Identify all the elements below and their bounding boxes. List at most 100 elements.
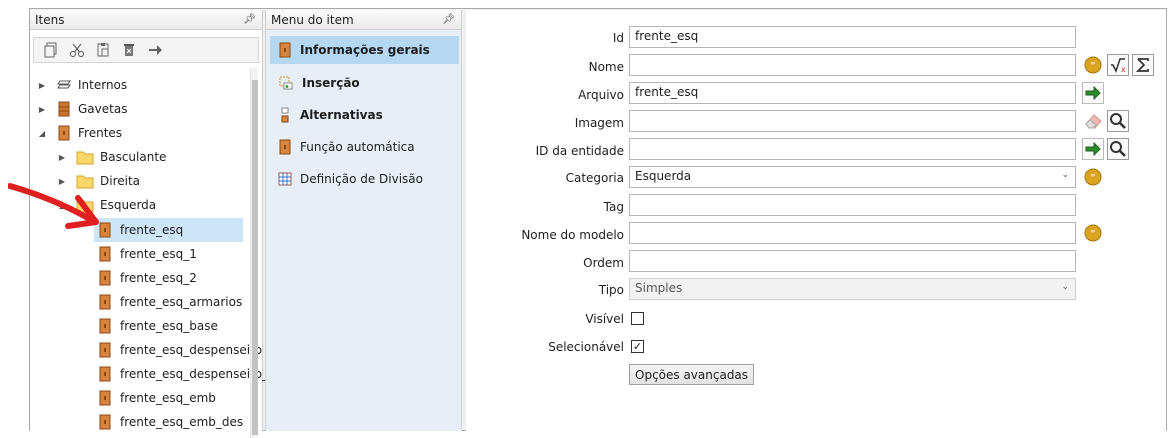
tree-item-frente-esq-armarios[interactable]: frente_esq_armarios bbox=[98, 290, 242, 314]
door-icon bbox=[279, 42, 291, 58]
tree-item-gavetas[interactable]: ▶ Gavetas bbox=[36, 97, 127, 121]
menu-item-funcao-automatica[interactable]: Função automática bbox=[270, 133, 459, 161]
door-icon bbox=[58, 125, 70, 141]
menu-item-alternativas[interactable]: Alternativas bbox=[270, 101, 459, 129]
nome-modelo-field[interactable] bbox=[629, 222, 1076, 244]
categoria-value: Esquerda bbox=[635, 169, 692, 183]
nome-modelo-label: Nome do modelo bbox=[521, 228, 624, 242]
menu-panel-title: Menu do item bbox=[271, 13, 354, 27]
paste-icon[interactable] bbox=[92, 39, 114, 61]
ordem-field[interactable] bbox=[629, 250, 1076, 272]
layers-icon bbox=[57, 80, 71, 89]
menu-item-label: Alternativas bbox=[300, 108, 383, 122]
menu-panel: Menu do item 📌︎ Informações gerais Inser… bbox=[265, 10, 462, 431]
tree-item-frentes[interactable]: ◢ Frentes bbox=[36, 121, 122, 145]
svg-text:”: ” bbox=[1090, 61, 1095, 72]
tree-item-frente-esq-despenseiro-2[interactable]: frente_esq_despenseiro_ bbox=[98, 362, 268, 386]
drawer-icon bbox=[58, 101, 70, 117]
tree-item-frente-esq-base[interactable]: frente_esq_base bbox=[98, 314, 218, 338]
items-panel-title: Itens bbox=[35, 13, 65, 27]
id-label: Id bbox=[612, 31, 624, 45]
formula-icon[interactable]: x bbox=[1107, 54, 1129, 76]
expand-icon[interactable]: ▶ bbox=[56, 151, 68, 163]
tree-item-label: frente_esq_base bbox=[120, 319, 218, 333]
categoria-select[interactable]: Esquerda ⌄ bbox=[629, 166, 1076, 188]
imagem-field[interactable] bbox=[629, 110, 1076, 132]
search-icon[interactable] bbox=[1107, 138, 1129, 160]
tree-item-label: Direita bbox=[100, 174, 141, 188]
go-arrow-icon[interactable] bbox=[1082, 138, 1104, 160]
door-icon bbox=[99, 246, 111, 262]
translate-icon[interactable]: ” bbox=[1082, 54, 1104, 76]
nome-label: Nome bbox=[588, 60, 624, 74]
chevron-down-icon: ⌄ bbox=[1061, 282, 1069, 292]
folder-icon bbox=[76, 151, 94, 165]
door-icon bbox=[279, 139, 291, 155]
tree-item-label: Internos bbox=[78, 78, 128, 92]
arquivo-field[interactable]: frente_esq bbox=[629, 82, 1076, 104]
tree-scrollbar[interactable] bbox=[250, 68, 258, 438]
items-toolbar bbox=[33, 37, 259, 63]
tree-item-label: frente_esq bbox=[120, 223, 184, 237]
tree-item-label: frente_esq_despenseiro_ bbox=[120, 367, 269, 381]
advanced-options-button[interactable]: Opções avançadas bbox=[629, 364, 755, 385]
tipo-select: Simples ⌄ bbox=[629, 278, 1076, 300]
visivel-checkbox[interactable] bbox=[631, 312, 644, 325]
menu-item-informacoes-gerais[interactable]: Informações gerais bbox=[270, 36, 459, 64]
door-icon bbox=[99, 342, 111, 358]
door-icon bbox=[99, 294, 111, 310]
eraser-icon[interactable] bbox=[1082, 110, 1104, 132]
pin-icon[interactable]: 📌︎ bbox=[442, 10, 455, 30]
tree-item-label: frente_esq_despenseiro bbox=[120, 343, 263, 357]
door-icon bbox=[99, 318, 111, 334]
copy-icon[interactable] bbox=[40, 39, 62, 61]
id-entidade-field[interactable] bbox=[629, 138, 1076, 160]
tree-item-frente-esq-1[interactable]: frente_esq_1 bbox=[98, 242, 197, 266]
delete-icon[interactable] bbox=[118, 39, 140, 61]
menu-item-definicao-divisao[interactable]: Definição de Divisão bbox=[270, 165, 459, 193]
translate-icon[interactable]: ” bbox=[1082, 166, 1104, 188]
tipo-value: Simples bbox=[635, 281, 683, 295]
menu-item-label: Função automática bbox=[300, 140, 415, 154]
door-icon bbox=[99, 390, 111, 406]
translate-icon[interactable]: ” bbox=[1082, 222, 1104, 244]
id-field[interactable]: frente_esq bbox=[629, 26, 1076, 48]
tree-item-label: frente_esq_1 bbox=[120, 247, 197, 261]
tree-item-frente-esq[interactable]: frente_esq bbox=[94, 218, 243, 242]
door-icon bbox=[99, 414, 111, 430]
chevron-down-icon[interactable]: ⌄ bbox=[1061, 170, 1069, 180]
grid-icon bbox=[278, 172, 292, 186]
alternatives-icon bbox=[281, 107, 289, 123]
scrollbar-thumb[interactable] bbox=[252, 80, 258, 435]
nome-field[interactable] bbox=[629, 54, 1076, 76]
categoria-label: Categoria bbox=[565, 171, 624, 185]
sum-icon[interactable] bbox=[1132, 54, 1154, 76]
selecionavel-checkbox[interactable]: ✓ bbox=[631, 340, 644, 353]
cut-icon[interactable] bbox=[66, 39, 88, 61]
tree-item-label: frente_esq_emb_des bbox=[120, 415, 244, 429]
tree-item-basculante[interactable]: ▶ Basculante bbox=[56, 145, 166, 169]
svg-text:x: x bbox=[1121, 65, 1126, 74]
expand-icon[interactable]: ▶ bbox=[36, 79, 48, 91]
tree-item-frente-esq-despenseiro[interactable]: frente_esq_despenseiro bbox=[98, 338, 262, 362]
tree-item-label: Esquerda bbox=[100, 198, 157, 212]
tree-item-frente-esq-2[interactable]: frente_esq_2 bbox=[98, 266, 197, 290]
items-panel-header: Itens 📌︎ bbox=[30, 10, 262, 30]
search-icon[interactable] bbox=[1107, 110, 1129, 132]
svg-text:”: ” bbox=[1090, 229, 1095, 240]
expand-icon[interactable]: ▶ bbox=[36, 103, 48, 115]
imagem-label: Imagem bbox=[574, 116, 624, 130]
pin-icon[interactable]: 📌︎ bbox=[243, 10, 256, 30]
tree-item-frente-esq-emb-des[interactable]: frente_esq_emb_des bbox=[98, 410, 243, 434]
arrow-right-icon[interactable] bbox=[144, 39, 166, 61]
collapse-icon[interactable]: ◢ bbox=[36, 127, 48, 139]
tree-item-internos[interactable]: ▶ Internos bbox=[36, 73, 127, 97]
tree-item-label: frente_esq_2 bbox=[120, 271, 197, 285]
menu-item-label: Definição de Divisão bbox=[300, 172, 423, 186]
tag-label: Tag bbox=[603, 200, 624, 214]
menu-panel-header: Menu do item 📌︎ bbox=[266, 10, 461, 30]
go-arrow-icon[interactable] bbox=[1082, 82, 1104, 104]
tag-field[interactable] bbox=[629, 194, 1076, 216]
menu-item-insercao[interactable]: Inserção bbox=[270, 69, 459, 97]
tree-item-frente-esq-emb[interactable]: frente_esq_emb bbox=[98, 386, 216, 410]
